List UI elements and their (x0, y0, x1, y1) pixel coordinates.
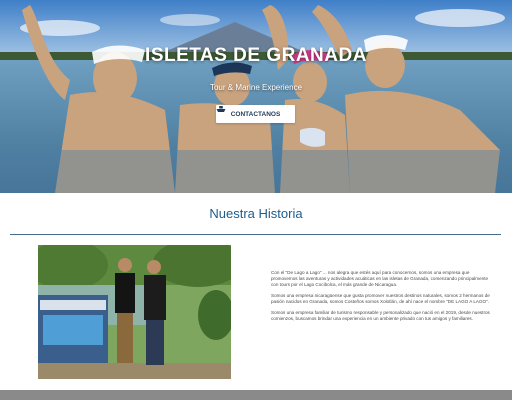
contact-button-label: CONTACTANOS (230, 110, 281, 118)
history-paragraph: Con el "De Lago a Lago" ... nos alegra q… (271, 270, 489, 287)
footer-bar (0, 390, 512, 400)
history-photo (38, 245, 231, 379)
boat-icon (216, 106, 226, 112)
history-paragraph: Somos una empresa familiar de turismo re… (271, 310, 490, 321)
hero-banner: ISLETAS DE GRANADA Tour & Marine Experie… (0, 0, 512, 193)
hero-title: ISLETAS DE GRANADA (145, 45, 367, 66)
history-paragraph: Somos una empresa nicaragüense que gusta… (271, 293, 490, 304)
contact-button[interactable]: CONTACTANOS (216, 105, 295, 123)
section-title-history: Nuestra Historia (209, 206, 303, 221)
section-divider (10, 234, 501, 235)
hero-background-photo (0, 0, 512, 193)
hero-subtitle: Tour & Marine Experience (209, 83, 303, 92)
history-text: Con el "De Lago a Lago" ... nos alegra q… (271, 270, 491, 327)
